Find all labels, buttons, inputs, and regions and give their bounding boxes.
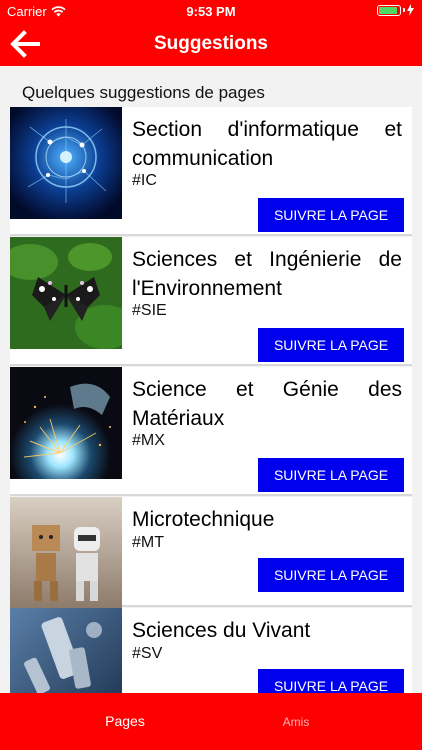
status-bar: Carrier 9:53 PM [0, 0, 422, 22]
butterfly-image [10, 237, 122, 349]
page-name: Section d'informatique et communication [132, 118, 402, 170]
suggestion-list[interactable]: Section d'informatique et communication … [10, 107, 412, 693]
follow-page-button[interactable]: SUIVRE LA PAGE [258, 458, 404, 492]
charging-icon [407, 4, 414, 16]
battery-icon [377, 4, 401, 16]
follow-page-button[interactable]: SUIVRE LA PAGE [258, 198, 404, 232]
digital-brain-image [10, 107, 122, 219]
page-title: Suggestions [153, 33, 268, 54]
suggestion-card[interactable]: Science et Génie des Matériaux #MX SUIVR… [10, 367, 412, 496]
follow-page-button[interactable]: SUIVRE LA PAGE [258, 558, 404, 592]
page-tag: #IC [132, 172, 157, 189]
page-name: Sciences du Vivant [132, 619, 311, 642]
section-heading: Quelques suggestions de pages [22, 83, 265, 102]
suggestion-card[interactable]: Microtechnique #MT SUIVRE LA PAGE [10, 497, 412, 609]
page-tag: #MX [132, 432, 165, 449]
microscope-image [10, 608, 122, 693]
tab-bar: Pages Amis [0, 693, 422, 750]
page-tag: #SIE [132, 302, 167, 319]
follow-page-button[interactable]: SUIVRE LA PAGE [258, 669, 404, 693]
follow-page-button[interactable]: SUIVRE LA PAGE [258, 328, 404, 362]
suggestion-card[interactable]: Sciences du Vivant #SV SUIVRE LA PAGE [10, 608, 412, 693]
back-button[interactable] [8, 28, 42, 60]
tab-pages[interactable]: Pages [50, 713, 200, 729]
page-tag: #SV [132, 645, 163, 662]
robot-figurines-image [10, 497, 122, 609]
battery-indicator [377, 4, 414, 16]
welding-image [10, 367, 122, 479]
arrow-left-icon [10, 30, 40, 58]
page-tag: #MT [132, 534, 164, 551]
page-name: Science et Génie des Matériaux [132, 378, 402, 430]
page-name: Sciences et Ingénierie de l'Environnemen… [132, 248, 402, 300]
suggestion-card[interactable]: Sciences et Ingénierie de l'Environnemen… [10, 237, 412, 366]
suggestion-card[interactable]: Section d'informatique et communication … [10, 107, 412, 236]
status-time: 9:53 PM [186, 4, 236, 19]
page-name: Microtechnique [132, 508, 275, 531]
nav-bar: Suggestions [0, 22, 422, 66]
tab-amis[interactable]: Amis [221, 715, 371, 729]
